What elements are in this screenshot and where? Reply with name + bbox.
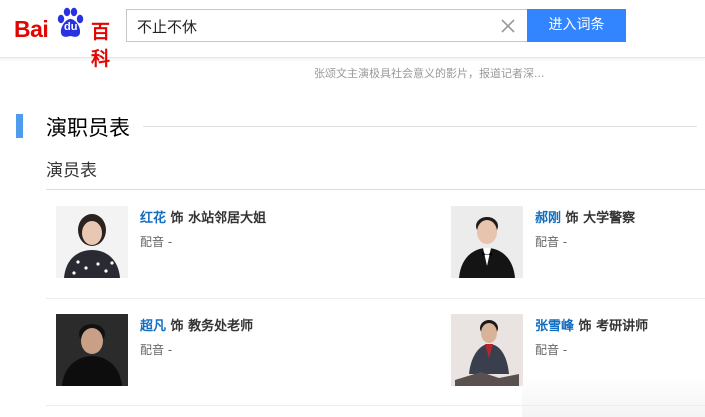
row-divider [46,405,705,406]
dub-line: 配音 - [535,233,567,250]
logo-baike-text: 百科 [91,21,111,70]
top-bar: Bai du 百科 不止不休 进入词条 [0,0,705,70]
subsection-divider [46,189,705,190]
actor-photo[interactable] [56,314,128,386]
role-prefix: 饰 [578,319,592,334]
actor-role-line: 郝刚 饰 大学警察 [535,207,635,226]
bottom-fade-overlay [522,376,705,417]
cast-item: 郝刚 饰 大学警察 配音 - [451,206,705,286]
dub-label: 配音 [535,235,560,249]
actor-name-link[interactable]: 郝刚 [535,211,561,226]
actor-role-line: 超凡 饰 教务处老师 [140,315,253,334]
role-prefix: 饰 [170,211,184,226]
row-divider [46,298,705,299]
dub-value: - [167,343,173,357]
dub-line: 配音 - [140,233,172,250]
dub-value: - [562,343,568,357]
role-name: 考研讲师 [596,319,649,334]
dub-line: 配音 - [535,341,567,358]
actor-name-link[interactable]: 超凡 [140,319,166,334]
role-prefix: 饰 [170,319,184,334]
dub-label: 配音 [140,343,165,357]
actor-photo[interactable] [56,206,128,278]
actor-role-line: 红花 饰 水站邻居大姐 [140,207,266,226]
logo-du-text: du [64,21,78,33]
dub-line: 配音 - [140,341,172,358]
search-input-value: 不止不休 [137,18,198,36]
dub-label: 配音 [140,235,165,249]
dub-value: - [167,235,173,249]
role-name: 大学警察 [583,211,636,226]
section-title: 演职员表 [46,116,130,140]
section-accent-bar [16,114,23,138]
role-name: 教务处老师 [188,319,254,334]
section-divider [143,126,697,127]
actor-photo[interactable] [451,206,523,278]
cast-item: 超凡 饰 教务处老师 配音 - [56,314,366,394]
actor-photo[interactable] [451,314,523,386]
dub-label: 配音 [535,343,560,357]
dub-value: - [562,235,568,249]
intro-snippet[interactable]: 张颂文主演极具社会意义的影片，报道记者深... [314,65,545,81]
actor-name-link[interactable]: 张雪峰 [535,319,574,334]
subsection-title: 演员表 [46,161,97,181]
search-input[interactable]: 不止不休 [126,9,527,42]
actor-name-link[interactable]: 红花 [140,211,166,226]
cast-item: 红花 饰 水站邻居大姐 配音 - [56,206,366,286]
baidu-baike-logo[interactable]: Bai du 百科 [12,6,122,70]
logo-bai-text: Bai [14,16,49,42]
close-icon[interactable] [499,17,517,35]
role-name: 水站邻居大姐 [188,211,267,226]
actor-role-line: 张雪峰 饰 考研讲师 [535,315,648,334]
enter-entry-button[interactable]: 进入词条 [527,9,626,42]
role-prefix: 饰 [565,211,579,226]
